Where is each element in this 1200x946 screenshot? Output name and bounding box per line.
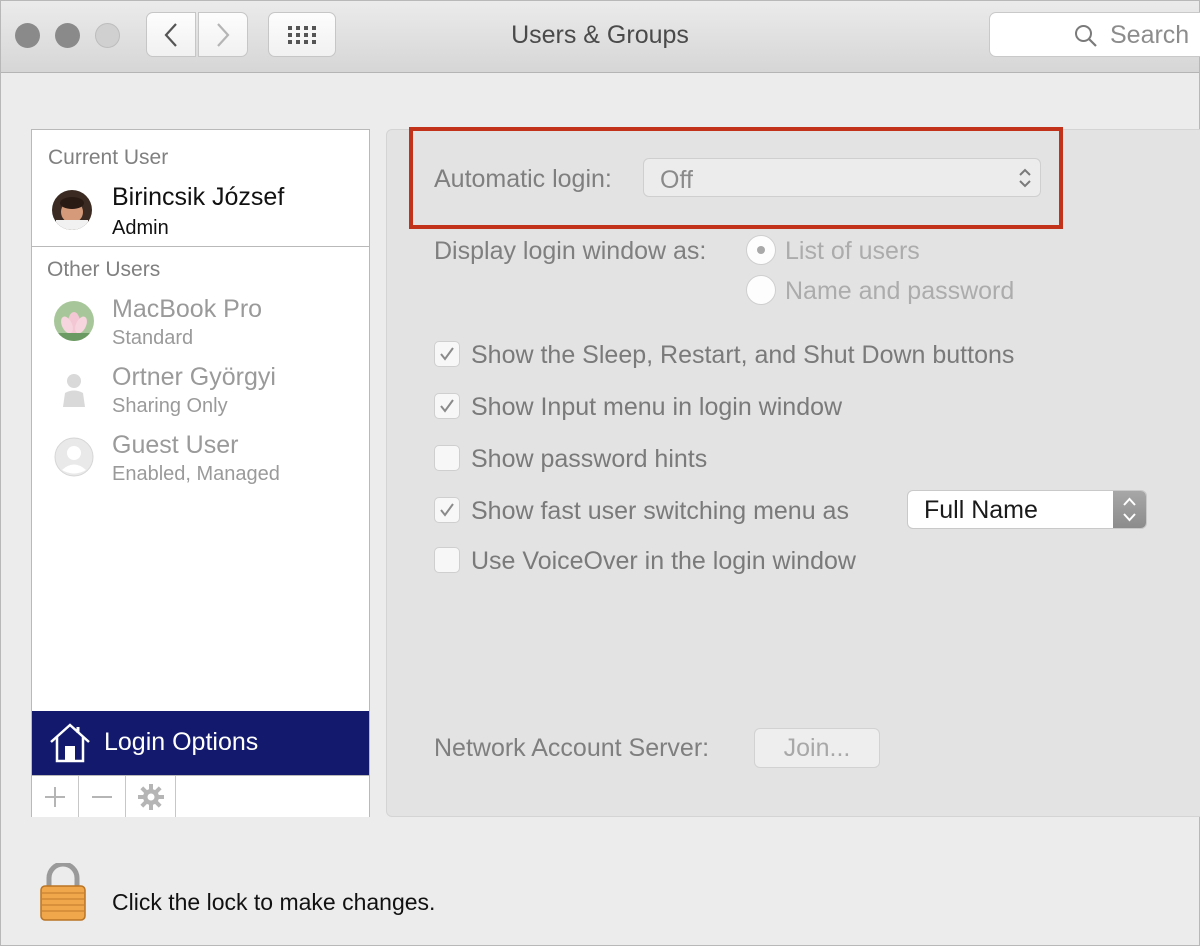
checkbox-label-voiceover: Use VoiceOver in the login window	[471, 547, 856, 575]
user-role: Admin	[112, 217, 169, 239]
minus-icon	[92, 795, 112, 798]
user-row-current[interactable]: Birincsik József Admin	[32, 180, 369, 244]
checkbox-label-input-menu: Show Input menu in login window	[471, 393, 843, 421]
user-photo-icon	[52, 190, 92, 230]
user-role: Enabled, Managed	[112, 463, 280, 485]
search-input[interactable]: Search	[989, 12, 1200, 57]
fast-user-switching-popup[interactable]: Full Name	[907, 490, 1147, 529]
user-row-ortner-gyorgyi[interactable]: Ortner Györgyi Sharing Only	[32, 363, 369, 427]
remove-user-button[interactable]	[79, 776, 126, 817]
checkmark-icon	[440, 347, 454, 361]
current-user-section: Current User Birincsik József Admin	[32, 130, 369, 247]
checkbox-fast-user-switching[interactable]	[434, 497, 460, 523]
avatar	[54, 437, 94, 477]
display-login-label: Display login window as:	[434, 237, 707, 265]
up-down-arrows-icon	[1019, 168, 1031, 188]
fast-user-switching-value: Full Name	[924, 496, 1038, 524]
automatic-login-popup[interactable]: Off	[643, 158, 1041, 197]
checkbox-label-sleep-restart-shutdown: Show the Sleep, Restart, and Shut Down b…	[471, 341, 1015, 369]
checkbox-voiceover[interactable]	[434, 547, 460, 573]
user-row-guest-user[interactable]: Guest User Enabled, Managed	[32, 431, 369, 495]
users-groups-window: Users & Groups Search Current User Birin…	[0, 0, 1200, 946]
action-menu-button[interactable]	[126, 776, 176, 817]
avatar	[52, 190, 92, 230]
join-button[interactable]: Join...	[754, 728, 880, 768]
radio-list-of-users[interactable]	[746, 235, 776, 265]
sidebar-item-login-options[interactable]: Login Options	[32, 711, 369, 775]
user-role: Standard	[112, 327, 194, 349]
radio-name-and-password[interactable]	[746, 275, 776, 305]
title-bar: Users & Groups Search	[1, 1, 1200, 73]
lock-icon[interactable]	[39, 863, 87, 921]
guest-user-icon	[54, 437, 94, 477]
avatar	[54, 301, 94, 341]
gear-icon	[137, 783, 164, 810]
user-name: Ortner Györgyi	[112, 363, 276, 391]
user-name: Birincsik József	[112, 183, 285, 211]
search-icon	[1075, 25, 1097, 47]
user-role: Sharing Only	[112, 395, 228, 417]
person-silhouette-icon	[63, 374, 85, 407]
checkbox-label-fast-user-switching: Show fast user switching menu as	[471, 497, 849, 525]
checkbox-sleep-restart-shutdown[interactable]	[434, 341, 460, 367]
sidebar-item-label: Login Options	[104, 728, 259, 756]
radio-label-name-and-password: Name and password	[785, 277, 1015, 305]
house-icon	[50, 723, 90, 763]
user-row-macbook-pro[interactable]: MacBook Pro Standard	[32, 295, 369, 359]
automatic-login-value: Off	[660, 166, 693, 194]
checkmark-icon	[440, 399, 454, 413]
lotus-flower-icon	[54, 301, 94, 341]
checkbox-label-password-hints: Show password hints	[471, 445, 708, 473]
lock-message: Click the lock to make changes.	[112, 889, 436, 915]
network-server-label: Network Account Server:	[434, 734, 710, 762]
avatar	[54, 369, 94, 409]
checkmark-icon	[440, 503, 454, 517]
sidebar-toolbar	[32, 775, 369, 817]
user-name: MacBook Pro	[112, 295, 263, 323]
other-users-header: Other Users	[47, 258, 161, 281]
plus-icon	[45, 786, 65, 807]
search-placeholder: Search	[1110, 21, 1190, 49]
popup-stepper	[1113, 491, 1146, 528]
up-down-arrows-icon	[1123, 497, 1136, 522]
add-user-button[interactable]	[32, 776, 79, 817]
current-user-header: Current User	[48, 146, 169, 169]
user-name: Guest User	[112, 431, 239, 459]
users-sidebar: Current User Birincsik József Admin Othe…	[31, 129, 370, 817]
radio-label-list-of-users: List of users	[785, 237, 920, 265]
checkbox-input-menu[interactable]	[434, 393, 460, 419]
checkbox-password-hints[interactable]	[434, 445, 460, 471]
automatic-login-label: Automatic login:	[434, 165, 612, 193]
